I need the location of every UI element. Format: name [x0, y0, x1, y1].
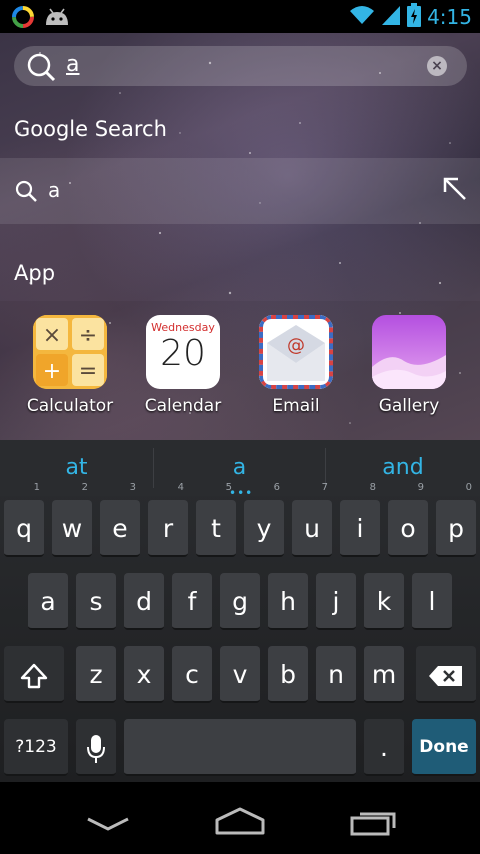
key-z[interactable]: z — [76, 646, 116, 703]
google-search-heading: Google Search — [14, 117, 167, 141]
app-gallery[interactable]: Gallery — [359, 315, 459, 416]
backspace-icon — [428, 660, 464, 689]
key-n[interactable]: n — [316, 646, 356, 703]
key-l[interactable]: l — [412, 573, 452, 630]
key-m[interactable]: m — [364, 646, 404, 703]
app-label: Email — [272, 396, 320, 416]
key-j[interactable]: j — [316, 573, 356, 630]
suggestion-strip: at a ••• and — [0, 440, 480, 500]
key-f[interactable]: f — [172, 573, 212, 630]
app-email[interactable]: @ Email — [246, 315, 346, 416]
clock: 4:15 — [427, 5, 472, 29]
suggestion-and[interactable]: and — [326, 455, 480, 480]
key-i[interactable]: 8i — [340, 482, 380, 557]
done-key[interactable]: Done — [412, 719, 476, 776]
calculator-icon: × ÷ + = — [33, 315, 107, 389]
key-d[interactable]: d — [124, 573, 164, 630]
calendar-day: 20 — [160, 333, 206, 374]
email-at-symbol: @ — [287, 335, 305, 356]
app-notification-icon — [12, 6, 34, 32]
android-icon — [44, 7, 70, 31]
more-suggestions-indicator: ••• — [229, 486, 254, 500]
home-icon[interactable] — [214, 806, 266, 840]
calc-times: × — [43, 323, 61, 348]
backspace-key[interactable] — [416, 646, 476, 703]
soft-keyboard: at a ••• and 1q 2w 3e 4r 5t 6y 7u 8i 9o … — [0, 440, 480, 782]
battery-charging-icon — [407, 3, 422, 31]
voice-input-key[interactable] — [76, 719, 116, 776]
suggestion-text: a — [48, 178, 61, 202]
key-x[interactable]: x — [124, 646, 164, 703]
key-g[interactable]: g — [220, 573, 260, 630]
key-w[interactable]: 2w — [52, 482, 92, 557]
signal-icon — [381, 4, 401, 30]
space-bar[interactable] — [124, 719, 356, 776]
key-t[interactable]: 5t — [196, 482, 236, 557]
app-label: Calculator — [26, 396, 114, 416]
key-e[interactable]: 3e — [100, 482, 140, 557]
key-u[interactable]: 7u — [292, 482, 332, 557]
calc-plus: + — [43, 359, 61, 384]
key-y[interactable]: 6y — [244, 482, 284, 557]
symbols-key[interactable]: ?123 — [4, 719, 68, 776]
key-h[interactable]: h — [268, 573, 308, 630]
key-v[interactable]: v — [220, 646, 260, 703]
google-search-suggestion[interactable]: a — [0, 158, 480, 224]
key-b[interactable]: b — [268, 646, 308, 703]
app-label: Gallery — [378, 396, 440, 416]
suggestion-a[interactable]: a — [154, 455, 325, 480]
app-heading: App — [14, 261, 56, 285]
hide-keyboard-icon[interactable] — [86, 816, 130, 836]
recent-apps-icon[interactable] — [350, 808, 398, 840]
navigation-bar — [0, 782, 480, 854]
search-field[interactable]: a × — [14, 46, 467, 86]
suggestion-at[interactable]: at — [0, 455, 153, 480]
key-k[interactable]: k — [364, 573, 404, 630]
insert-query-arrow-icon[interactable] — [442, 176, 468, 206]
period-key[interactable]: . — [364, 719, 404, 776]
app-label: Calendar — [144, 396, 222, 416]
wifi-icon — [349, 4, 375, 30]
email-icon: @ — [259, 315, 333, 389]
calendar-icon: Wednesday 20 — [146, 315, 220, 389]
shift-key[interactable] — [4, 646, 64, 703]
app-calculator[interactable]: × ÷ + = Calculator — [20, 315, 120, 416]
clear-icon[interactable]: × — [427, 56, 447, 76]
search-icon — [26, 52, 56, 86]
search-icon — [14, 179, 38, 207]
calc-divide: ÷ — [79, 323, 97, 348]
microphone-icon — [86, 733, 106, 763]
key-p[interactable]: 0p — [436, 482, 476, 557]
shift-icon — [19, 660, 49, 689]
search-results-area: a × Google Search a App × ÷ + = Calculat… — [0, 33, 480, 440]
key-s[interactable]: s — [76, 573, 116, 630]
status-bar: 4:15 — [0, 0, 480, 33]
key-c[interactable]: c — [172, 646, 212, 703]
key-o[interactable]: 9o — [388, 482, 428, 557]
search-query[interactable]: a — [66, 52, 79, 77]
key-a[interactable]: a — [28, 573, 68, 630]
calc-equals: = — [79, 359, 97, 384]
gallery-icon — [372, 315, 446, 389]
app-calendar[interactable]: Wednesday 20 Calendar — [133, 315, 233, 416]
key-r[interactable]: 4r — [148, 482, 188, 557]
key-q[interactable]: 1q — [4, 482, 44, 557]
